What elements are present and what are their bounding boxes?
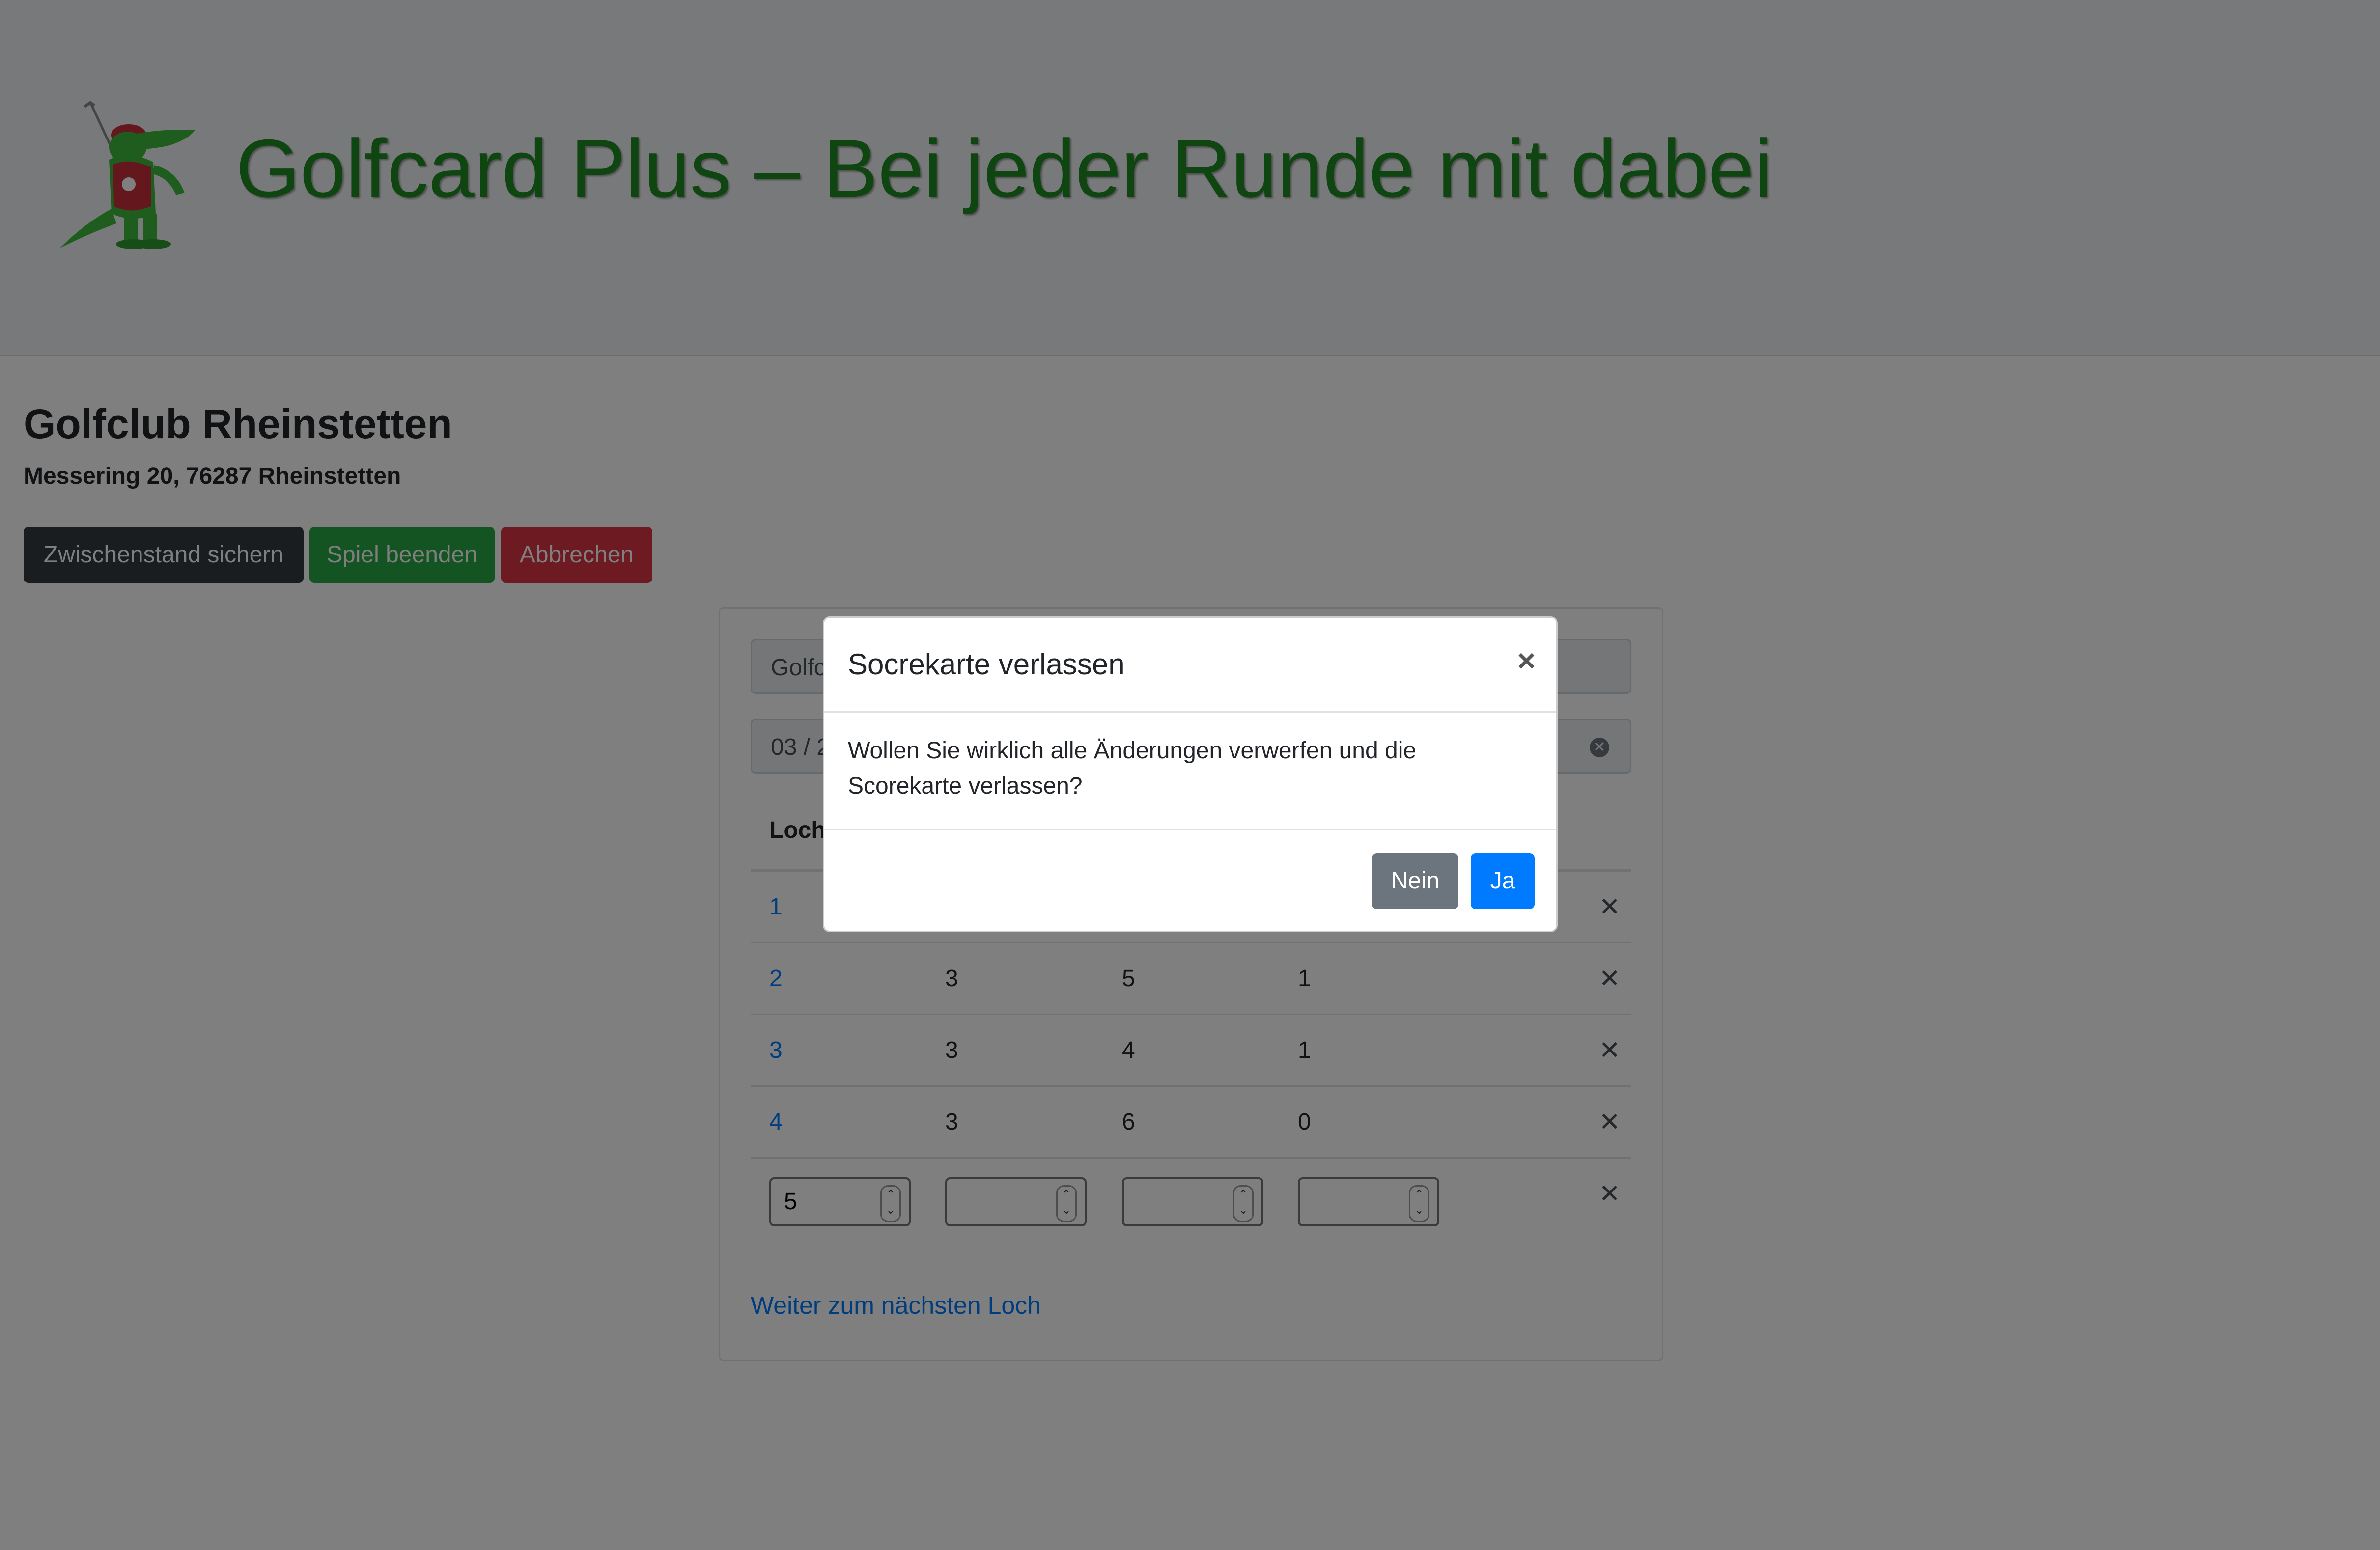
yes-button[interactable]: Ja [1471, 853, 1535, 909]
modal-footer: Nein Ja [824, 829, 1556, 934]
modal-title: Socrekarte verlassen [848, 648, 1125, 681]
close-icon[interactable]: × [1517, 642, 1536, 679]
leave-scorecard-dialog: Socrekarte verlassen × Wollen Sie wirkli… [823, 616, 1558, 932]
modal-header: Socrekarte verlassen × [824, 618, 1556, 713]
no-button[interactable]: Nein [1372, 853, 1458, 909]
modal-message: Wollen Sie wirklich alle Änderungen verw… [848, 738, 1417, 799]
